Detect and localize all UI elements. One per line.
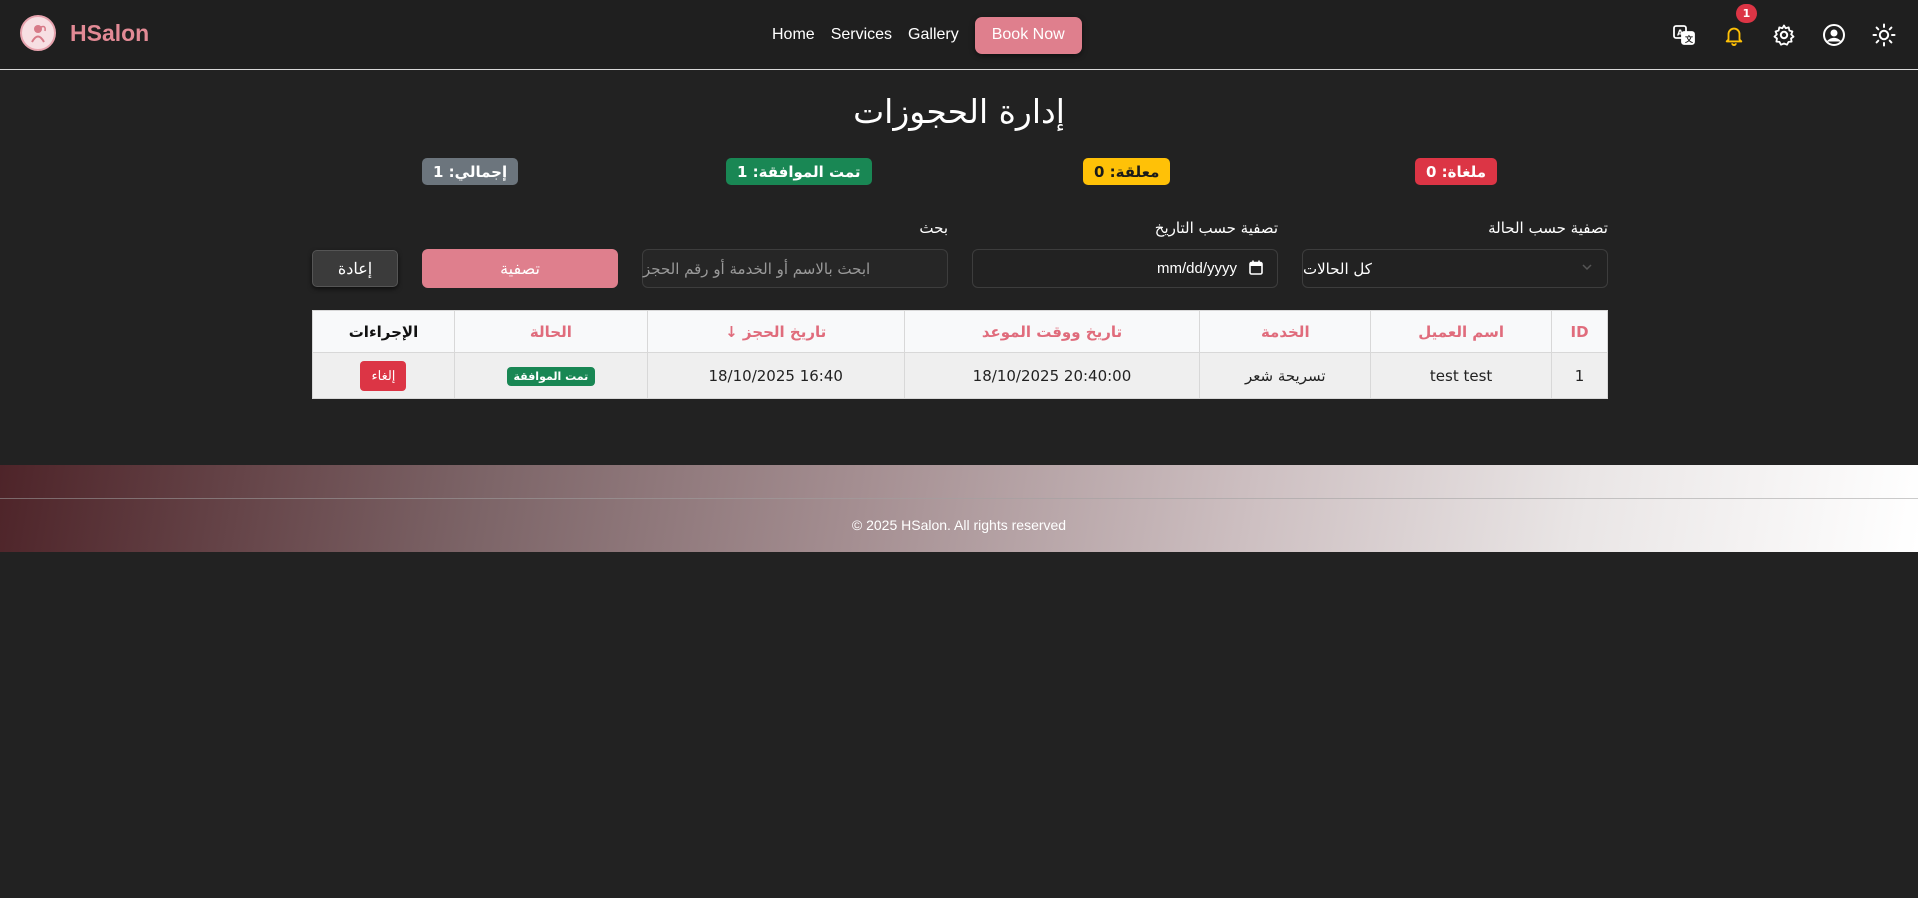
navbar: HSalon Home Services Gallery Book Now A …: [0, 0, 1918, 70]
footer: © 2025 HSalon. All rights reserved: [0, 465, 1918, 552]
salon-logo-icon: [20, 15, 56, 51]
gear-icon[interactable]: [1769, 20, 1799, 50]
stat-approved-badge: تمت الموافقة: 1: [726, 158, 872, 185]
nav-link-home[interactable]: Home: [772, 15, 815, 55]
cell-status: تمت الموافقة: [453, 352, 648, 399]
status-filter-value: كل الحالات: [1303, 259, 1372, 278]
date-filter-input[interactable]: mm/dd/yyyy: [972, 249, 1278, 288]
search-placeholder: ابحث بالاسم أو الخدمة أو رقم الحجز: [643, 259, 871, 278]
cell-service: تسريحة شعر: [1199, 352, 1372, 399]
cell-appointment-datetime: 18/10/2025 20:40:00: [903, 352, 1201, 399]
header-appointment-datetime[interactable]: تاريخ ووقت الموعد: [903, 310, 1201, 353]
search-input[interactable]: ابحث بالاسم أو الخدمة أو رقم الحجز: [642, 249, 948, 288]
svg-text:A: A: [1677, 29, 1684, 38]
stat-cancelled-badge: ملغاة: 0: [1415, 158, 1498, 185]
header-service[interactable]: الخدمة: [1199, 310, 1372, 353]
status-filter-label: تصفية حسب الحالة: [1488, 219, 1608, 237]
date-filter-placeholder: mm/dd/yyyy: [1157, 260, 1238, 277]
cell-id: 1: [1551, 352, 1608, 399]
status-filter-select[interactable]: كل الحالات: [1302, 249, 1608, 288]
header-booking-date[interactable]: تاريخ الحجز ↓: [646, 310, 905, 353]
date-filter-label: تصفية حسب التاريخ: [1154, 219, 1278, 237]
brand[interactable]: HSalon: [20, 15, 149, 51]
filter-button[interactable]: تصفية: [422, 249, 618, 288]
header-status[interactable]: الحالة: [453, 310, 648, 353]
book-now-button[interactable]: Book Now: [974, 16, 1082, 54]
brand-name[interactable]: HSalon: [70, 20, 149, 47]
table-row: 1 test test تسريحة شعر 18/10/2025 20:40:…: [312, 352, 1608, 399]
sun-icon[interactable]: [1869, 20, 1899, 50]
nav-links: Home Services Gallery Book Now: [772, 15, 1082, 55]
header-actions: الإجراءات: [312, 310, 455, 353]
nav-icons: A 文 1: [1649, 4, 1899, 50]
search-label: بحث: [919, 219, 948, 237]
nav-link-gallery[interactable]: Gallery: [908, 15, 959, 55]
svg-text:文: 文: [1685, 34, 1694, 44]
cell-booking-date: 18/10/2025 16:40: [646, 352, 905, 399]
translate-icon[interactable]: A 文: [1669, 20, 1699, 50]
reset-button[interactable]: إعادة: [312, 250, 398, 287]
table-header-row: ID اسم العميل الخدمة تاريخ ووقت الموعد ت…: [312, 310, 1608, 353]
stat-pending-badge: معلقة: 0: [1083, 158, 1171, 185]
calendar-icon[interactable]: [1249, 260, 1263, 275]
stat-total-badge: إجمالي: 1: [422, 158, 519, 185]
cell-customer-name: test test: [1370, 352, 1553, 399]
status-badge: تمت الموافقة: [506, 366, 596, 386]
page-title: إدارة الحجوزات: [853, 92, 1065, 131]
bookings-table: ID اسم العميل الخدمة تاريخ ووقت الموعد ت…: [312, 310, 1608, 399]
footer-copyright: © 2025 HSalon. All rights reserved: [851, 517, 1067, 533]
header-customer-name[interactable]: اسم العميل: [1370, 310, 1553, 353]
header-id[interactable]: ID: [1551, 310, 1608, 353]
bell-icon[interactable]: 1: [1719, 4, 1757, 50]
cell-actions: إلغاء: [312, 352, 455, 399]
notification-count-badge: 1: [1736, 4, 1757, 23]
cancel-booking-button[interactable]: إلغاء: [360, 360, 407, 391]
user-circle-icon[interactable]: [1819, 20, 1849, 50]
footer-divider: [0, 498, 1918, 499]
nav-link-services[interactable]: Services: [831, 15, 892, 55]
chevron-down-icon: [1582, 264, 1592, 271]
